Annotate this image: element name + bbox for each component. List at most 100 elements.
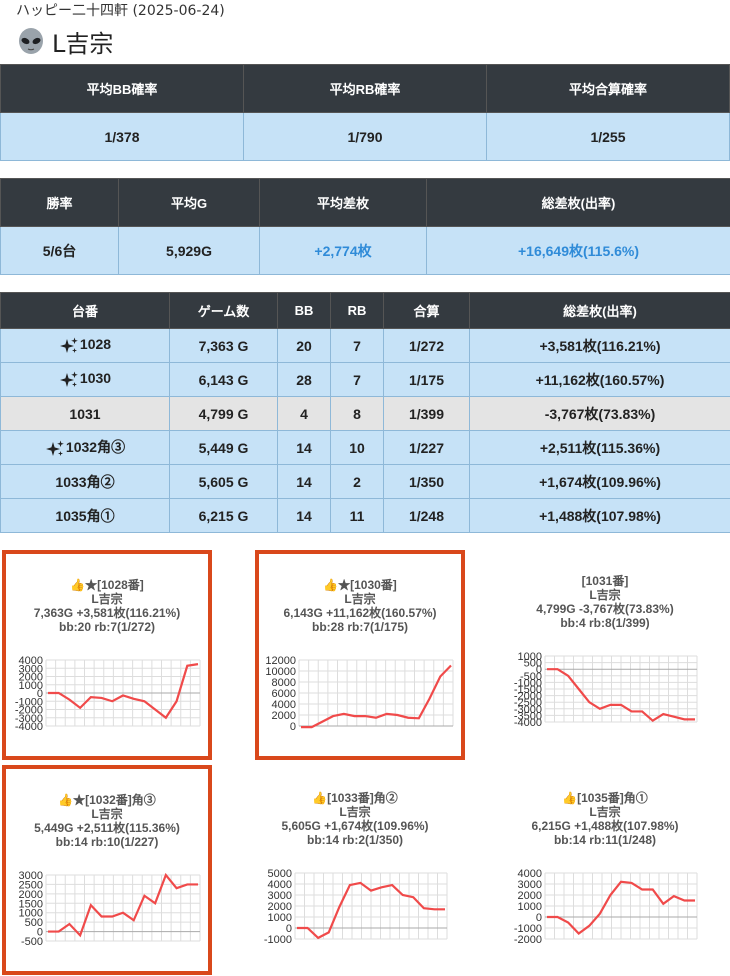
table-row: 1033角② 5,605 G 14 2 1/350 +1,674枚(109.96%) bbox=[0, 464, 730, 499]
combined-rate-cell: 1/272 bbox=[383, 328, 470, 363]
chart-caption-line: 5,449G +2,511枚(115.36%) bbox=[34, 821, 180, 835]
chart-caption: 👍★[1032番]角③ L吉宗 5,449G +2,511枚(115.36%) bb:… bbox=[6, 793, 208, 849]
win-rate-header: 勝率 bbox=[0, 178, 119, 227]
combined-rate-text: 1/248 bbox=[408, 507, 445, 524]
avg-rb-rate-value: 1/790 bbox=[243, 112, 487, 161]
line-chart: 500040003000200010000-1000 bbox=[264, 868, 448, 946]
y-tick-label: 0 bbox=[290, 721, 296, 733]
table-row: 1030 6,143 G 28 7 1/175 +11,162枚(160.57%) bbox=[0, 362, 730, 397]
page-title: L吉宗 bbox=[16, 24, 113, 59]
unit-number-cell: 1035角① bbox=[0, 498, 170, 533]
chart-caption-line: 5,605G +1,674枚(109.96%) bbox=[281, 819, 429, 833]
rb-count-text: 10 bbox=[349, 439, 365, 456]
chart-caption-line: 4,799G -3,767枚(73.83%) bbox=[536, 602, 674, 616]
total-diff-cell: +11,162枚(160.57%) bbox=[469, 362, 730, 397]
rb-count-text: 2 bbox=[353, 473, 361, 490]
rb-count-cell: 10 bbox=[330, 430, 384, 465]
unit-number-text: 1028 bbox=[79, 336, 112, 353]
win-rate-value: 5/6台 bbox=[0, 226, 119, 275]
chart-caption-line: 👍★[1028番] bbox=[70, 578, 144, 592]
total-diff-header: 総差枚(出率) bbox=[469, 292, 730, 329]
table-row: 1028 7,363 G 20 7 1/272 +3,581枚(116.21%) bbox=[0, 328, 730, 363]
game-count-text: 5,449 G bbox=[198, 439, 249, 456]
total-diff-value: +16,649枚(115.6%) bbox=[426, 226, 730, 275]
total-diff-cell: +1,488枚(107.98%) bbox=[469, 498, 730, 533]
line-chart: 300025002000150010005000-500 bbox=[19, 870, 201, 948]
chart-caption-line: bb:14 rb:10(1/227) bbox=[55, 835, 159, 849]
chart-caption-line: bb:20 rb:7(1/272) bbox=[58, 620, 156, 634]
sparkles-icon bbox=[45, 440, 64, 456]
combined-rate-cell: 1/350 bbox=[383, 464, 470, 499]
game-count-text: 5,605 G bbox=[198, 473, 249, 490]
rb-count-cell: 7 bbox=[330, 328, 384, 363]
avg-games-value: 5,929G bbox=[118, 226, 260, 275]
bb-count-text: 20 bbox=[296, 337, 312, 354]
game-count-text: 4,799 G bbox=[198, 405, 249, 422]
total-diff-text: +1,488枚(107.98%) bbox=[539, 507, 661, 524]
chart-caption: 👍★[1028番] L吉宗 7,363G +3,581枚(116.21%) bb:20… bbox=[6, 578, 208, 634]
combined-rate-cell: 1/175 bbox=[383, 362, 470, 397]
y-tick-label: -500 bbox=[21, 936, 43, 948]
total-diff-cell: +1,674枚(109.96%) bbox=[469, 464, 730, 499]
table-row: 1031 4,799 G 4 8 1/399 -3,767枚(73.83%) bbox=[0, 396, 730, 431]
unit-number-text: 1033角② bbox=[55, 473, 115, 490]
page-title-text: L吉宗 bbox=[52, 30, 114, 58]
chart-card: 👍★[1028番] L吉宗 7,363G +3,581枚(116.21%) bb:20… bbox=[2, 550, 212, 760]
chart-card: 👍[1033番]角② L吉宗 5,605G +1,674枚(109.96%) bb:1… bbox=[255, 765, 455, 965]
avg-bb-rate-header: 平均BB確率 bbox=[0, 64, 244, 113]
total-diff-header: 総差枚(出率) bbox=[426, 178, 730, 227]
unit-number-header: 台番 bbox=[0, 292, 170, 329]
bb-count-text: 14 bbox=[296, 439, 312, 456]
bb-count-cell: 28 bbox=[277, 362, 331, 397]
total-diff-cell: +2,511枚(115.36%) bbox=[469, 430, 730, 465]
unit-number-text: 1031 bbox=[69, 405, 101, 422]
total-diff-cell: +3,581枚(116.21%) bbox=[469, 328, 730, 363]
game-count-cell: 5,449 G bbox=[169, 430, 278, 465]
total-diff-text: -3,767枚(73.83%) bbox=[544, 405, 656, 422]
rb-count-text: 7 bbox=[353, 371, 361, 388]
chart-caption: 👍[1033番]角② L吉宗 5,605G +1,674枚(109.96%) bb:1… bbox=[255, 791, 455, 847]
game-count-text: 7,363 G bbox=[198, 337, 249, 354]
unit-number-text: 1030 bbox=[79, 370, 112, 387]
unit-number-cell: 1032角③ bbox=[0, 430, 170, 465]
rb-count-cell: 7 bbox=[330, 362, 384, 397]
line-chart: 40003000200010000-1000-2000 bbox=[514, 868, 698, 946]
unit-number-cell: 1031 bbox=[0, 396, 170, 431]
combined-rate-text: 1/272 bbox=[408, 337, 445, 354]
line-chart: 40003000200010000-1000-2000-3000-4000 bbox=[15, 655, 201, 733]
total-diff-text: +1,674枚(109.96%) bbox=[539, 473, 661, 490]
bb-count-cell: 14 bbox=[277, 498, 331, 533]
bb-count-text: 14 bbox=[296, 507, 312, 524]
total-diff-text: +11,162枚(160.57%) bbox=[535, 371, 665, 388]
summary-table: 勝率 平均G 平均差枚 総差枚(出率) 5/6台 5,929G +2,774枚 … bbox=[0, 178, 730, 275]
unit-number-cell: 1033角② bbox=[0, 464, 170, 499]
avg-diff-value: +2,774枚 bbox=[259, 226, 427, 275]
combined-rate-cell: 1/248 bbox=[383, 498, 470, 533]
bb-count-text: 28 bbox=[296, 371, 312, 388]
units-table: 台番 ゲーム数 BB RB 合算 総差枚(出率) 1028 7,363 G 20 7 1… bbox=[0, 292, 730, 533]
combined-rate-text: 1/175 bbox=[408, 371, 445, 388]
chart-caption-line: [1031番] bbox=[581, 574, 629, 588]
total-diff-cell: -3,767枚(73.83%) bbox=[469, 396, 730, 431]
chart-caption-line: L吉宗 bbox=[91, 592, 123, 606]
unit-number-cell: 1030 bbox=[0, 362, 170, 397]
chart-caption-line: L吉宗 bbox=[339, 805, 371, 819]
rb-count-cell: 8 bbox=[330, 396, 384, 431]
avg-bb-rate-value: 1/378 bbox=[0, 112, 244, 161]
rb-count-cell: 11 bbox=[330, 498, 384, 533]
probability-table: 平均BB確率 平均RB確率 平均合算確率 1/378 1/790 1/255 bbox=[0, 64, 730, 161]
chart-caption-line: bb:14 rb:11(1/248) bbox=[553, 833, 657, 847]
table-row: 1035角① 6,215 G 14 11 1/248 +1,488枚(107.98%) bbox=[0, 498, 730, 533]
bb-count-cell: 14 bbox=[277, 430, 331, 465]
game-count-cell: 4,799 G bbox=[169, 396, 278, 431]
sparkles-icon bbox=[59, 371, 78, 387]
chart-card: 👍★[1030番] L吉宗 6,143G +11,162枚(160.57%) bb:2… bbox=[255, 550, 465, 760]
line-chart: 120001000080006000400020000 bbox=[265, 655, 454, 733]
avg-total-rate-value: 1/255 bbox=[486, 112, 730, 161]
chart-caption: [1031番] L吉宗 4,799G -3,767枚(73.83%) bb:4 rb:… bbox=[505, 574, 705, 630]
unit-number-text: 1035角① bbox=[55, 507, 115, 524]
combined-rate-text: 1/227 bbox=[408, 439, 445, 456]
combined-rate-cell: 1/227 bbox=[383, 430, 470, 465]
bb-count-text: 14 bbox=[296, 473, 312, 490]
chart-card: 👍★[1032番]角③ L吉宗 5,449G +2,511枚(115.36%) bb:… bbox=[2, 765, 212, 975]
